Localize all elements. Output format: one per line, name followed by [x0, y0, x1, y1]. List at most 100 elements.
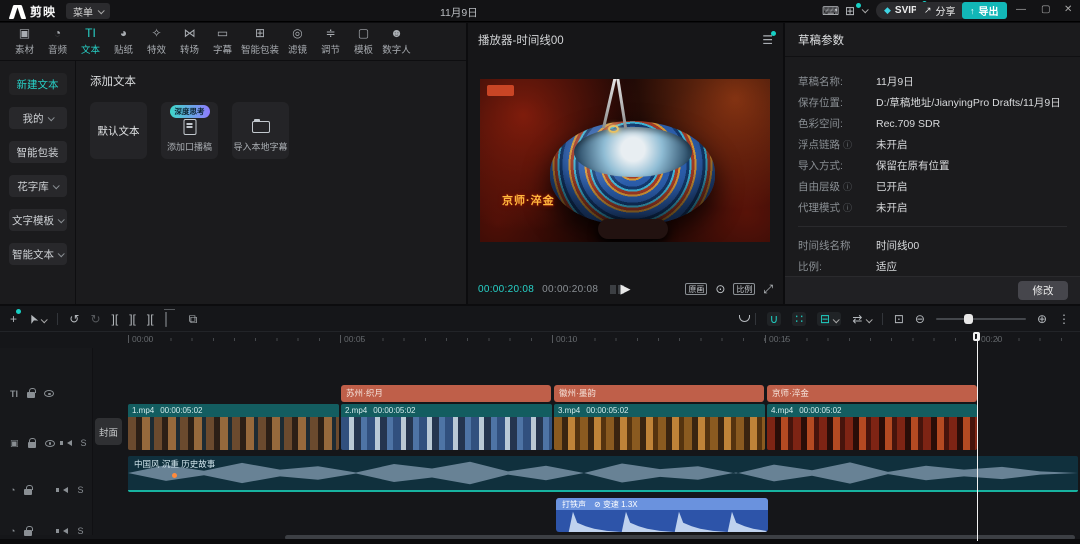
tab-digital-human[interactable]: ☻数字人	[380, 23, 413, 60]
sidebar-item-mine[interactable]: 我的	[9, 107, 67, 129]
shortcut-keyboard-icon[interactable]: ⌨	[822, 3, 839, 19]
tab-text[interactable]: TI文本	[74, 23, 107, 60]
tab-sticker[interactable]: ◕贴纸	[107, 23, 140, 60]
info-icon[interactable]: ⓘ	[843, 138, 852, 151]
solo-icon[interactable]: S	[77, 485, 83, 495]
more-options-button[interactable]: ⋮	[1058, 312, 1070, 326]
add-button[interactable]: +	[10, 312, 17, 326]
draft-panel-title: 草稿参数	[785, 23, 1080, 57]
slider-knob[interactable]	[964, 314, 973, 324]
visibility-icon[interactable]	[45, 440, 55, 447]
text-clip-2[interactable]: 徽州·墨韵	[554, 385, 764, 402]
delete-button[interactable]	[165, 312, 167, 326]
timeline-ruler[interactable]: 00:00 00:05 00:10 00:15 00:20	[128, 332, 1080, 348]
play-button[interactable]: ▶	[621, 281, 631, 297]
playhead[interactable]	[977, 332, 978, 541]
select-tool-button[interactable]: ➤	[28, 312, 46, 326]
video-clip-1[interactable]: 1.mp400:00:05:02	[128, 404, 339, 450]
share-button[interactable]: ↗ 分享	[916, 2, 964, 19]
trim-left-button[interactable]: ][	[129, 312, 136, 326]
redo-button[interactable]: ↻	[90, 312, 100, 326]
tab-adjust[interactable]: ≑调节	[314, 23, 347, 60]
magnet-toggle[interactable]: ∪	[767, 312, 782, 326]
video-preview[interactable]: 京师·淬金	[480, 79, 770, 242]
sidebar-item-fancy-text[interactable]: 花字库	[9, 175, 67, 197]
timeline-zoom-slider[interactable]	[936, 318, 1026, 320]
window-minimize-button[interactable]: —	[1016, 4, 1026, 15]
fullscreen-icon[interactable]: ⤢	[763, 282, 773, 297]
timeline-section: + ➤ ↺ ↻ ][ ][ ][ ⧉ ∪ ∷ ⊟ ⇄ ⊡ ⊖ ⊕ ⋮	[0, 306, 1080, 544]
tab-smart-package[interactable]: ⊞智能包装	[239, 23, 281, 60]
lock-icon[interactable]	[24, 489, 32, 495]
player-menu-icon[interactable]: ☰	[762, 33, 773, 47]
zoom-in-button[interactable]: ⊕	[1037, 312, 1047, 326]
tab-captions[interactable]: ▭字幕	[206, 23, 239, 60]
tab-media[interactable]: ▣素材	[8, 23, 41, 60]
text-clip-3[interactable]: 京师·淬金	[767, 385, 977, 402]
link-toggle[interactable]: ∷	[792, 312, 806, 326]
lock-icon[interactable]	[28, 442, 36, 448]
timeline-settings-button[interactable]: ⊡	[894, 312, 904, 326]
add-notify-dot	[16, 309, 21, 314]
video-clip-2[interactable]: 2.mp400:00:05:02	[341, 404, 552, 450]
menu-button[interactable]: 菜单	[66, 3, 110, 19]
speaker-icon[interactable]	[63, 528, 68, 534]
modify-button[interactable]: 修改	[1018, 281, 1068, 300]
ratio-badge[interactable]: 比例	[733, 283, 755, 295]
tab-effects[interactable]: ✧特效	[140, 23, 173, 60]
cover-button[interactable]: 封面	[95, 418, 122, 445]
text-clip-1[interactable]: 苏州·织月	[341, 385, 551, 402]
total-time: 00:00:20:08	[542, 284, 598, 295]
layout-chevron-icon[interactable]	[862, 6, 869, 13]
undo-button[interactable]: ↺	[69, 312, 79, 326]
chevron-down-icon	[58, 250, 65, 257]
quality-badge[interactable]: 原画	[685, 283, 707, 295]
lock-icon[interactable]	[27, 392, 35, 398]
crop-button[interactable]: ⧉	[189, 312, 198, 326]
layout-switch-icon[interactable]: ⊞	[845, 3, 855, 19]
split-button[interactable]: ][	[112, 312, 119, 326]
export-button[interactable]: ↑ 导出	[962, 2, 1007, 19]
subtitle-overlay[interactable]: 京师·淬金	[502, 192, 555, 208]
ai-script-card[interactable]: 深度思考 添加口播稿	[161, 102, 218, 159]
sidebar-item-smart-text[interactable]: 智能文本	[9, 243, 67, 265]
tab-templates[interactable]: ▢模板	[347, 23, 380, 60]
sidebar-item-smart-package[interactable]: 智能包装	[9, 141, 67, 163]
tab-transition[interactable]: ⋈转场	[173, 23, 206, 60]
lock-icon[interactable]	[24, 530, 32, 536]
fx-waveform	[556, 510, 768, 532]
zoom-out-button[interactable]: ⊖	[915, 312, 925, 326]
window-close-button[interactable]: ✕	[1064, 4, 1072, 15]
import-subtitle-card[interactable]: 导入本地字幕	[232, 102, 289, 159]
draft-parameters-panel: 草稿参数 草稿名称:11月9日 保存位置:D:/草稿地址/JianyingPro…	[785, 23, 1080, 304]
text-sidebar: 新建文本 我的 智能包装 花字库 文字模板 智能文本	[0, 61, 76, 304]
default-text-card[interactable]: 默认文本	[90, 102, 147, 159]
audio-clip-fx[interactable]: 打铁声 ⊘ 变速 1.3X	[556, 498, 768, 532]
track-options-button[interactable]: ⇄	[852, 312, 870, 326]
audio-clip-music[interactable]: 中国风 沉重 历史故事	[128, 456, 1078, 492]
video-clip-4[interactable]: 4.mp400:00:05:02	[767, 404, 977, 450]
text-icon: TI	[85, 27, 96, 40]
captions-icon: ▭	[217, 27, 228, 40]
playhead-handle[interactable]	[973, 332, 980, 341]
window-maximize-button[interactable]: ▢	[1041, 4, 1050, 15]
preview-zoom-icon[interactable]: ⊙	[715, 282, 725, 296]
trim-right-button[interactable]: ][	[147, 312, 154, 326]
speaker-icon[interactable]	[67, 440, 72, 446]
tab-filters[interactable]: ◎滤镜	[281, 23, 314, 60]
info-icon[interactable]: ⓘ	[843, 201, 852, 214]
tab-audio[interactable]: ◔音频	[41, 23, 74, 60]
solo-icon[interactable]: S	[81, 438, 87, 448]
speaker-icon[interactable]	[63, 487, 68, 493]
player-menu-dot	[771, 31, 776, 36]
solo-icon[interactable]: S	[77, 526, 83, 536]
sidebar-item-text-templates[interactable]: 文字模板	[9, 209, 67, 231]
preview-axis-toggle[interactable]: ⊟	[817, 312, 841, 326]
sidebar-item-new-text[interactable]: 新建文本	[9, 73, 67, 95]
info-icon[interactable]: ⓘ	[843, 180, 852, 193]
record-audio-button[interactable]	[740, 312, 744, 326]
audio-track-icon: ◔	[10, 526, 15, 536]
speed-icon: ⊘	[594, 500, 601, 509]
video-clip-3[interactable]: 3.mp400:00:05:02	[554, 404, 765, 450]
visibility-icon[interactable]	[44, 390, 54, 397]
